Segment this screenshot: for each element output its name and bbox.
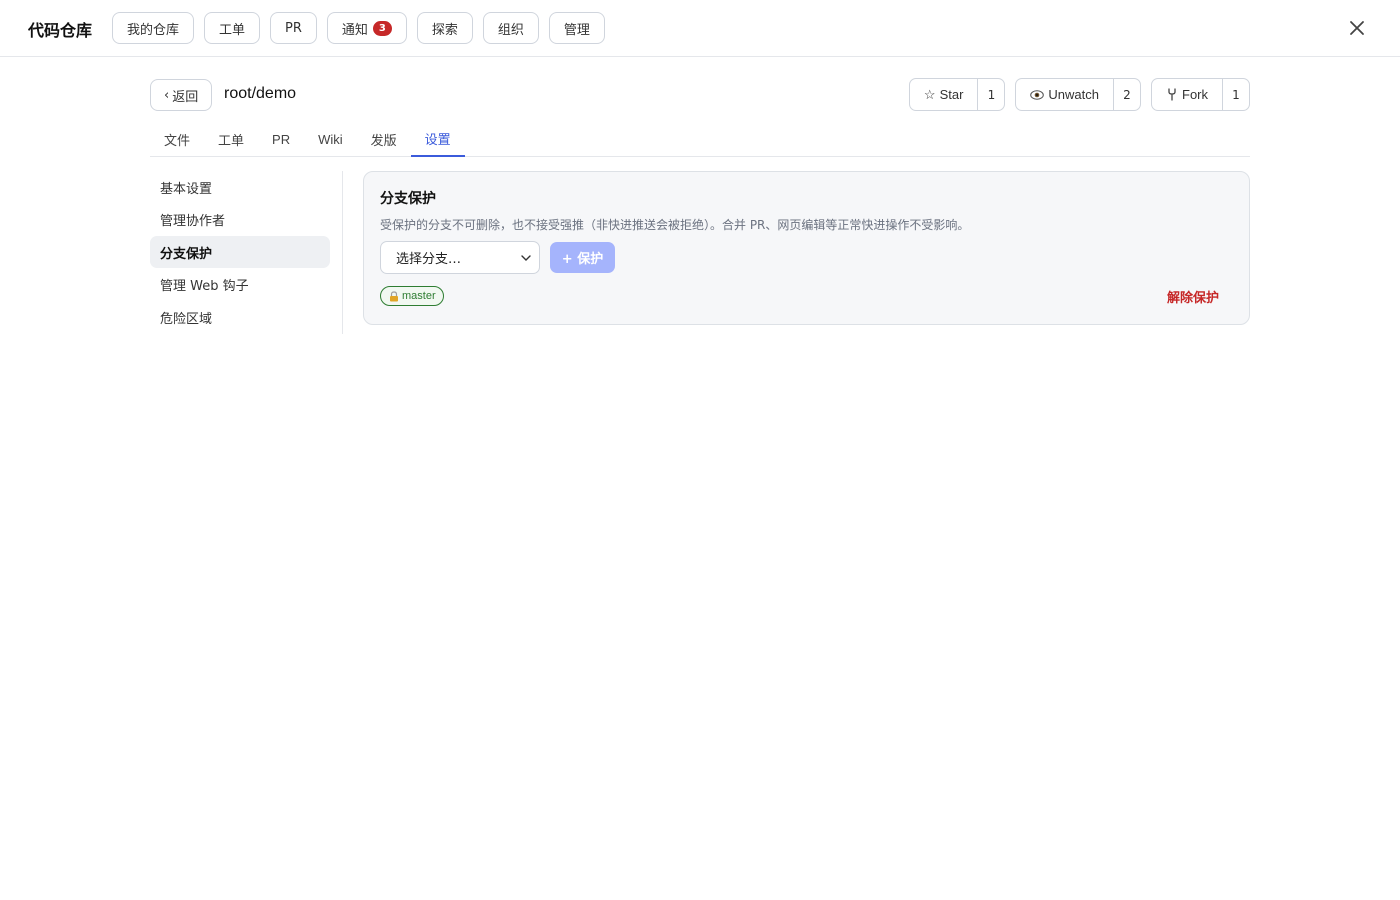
fork-button[interactable]: Fork bbox=[1152, 79, 1223, 110]
nav-issues-button[interactable]: 工单 bbox=[204, 12, 261, 44]
protected-branch-name: master bbox=[402, 290, 436, 302]
nav-explore-button[interactable]: 探索 bbox=[416, 12, 473, 44]
lock-icon bbox=[390, 290, 398, 301]
panel-description: 受保护的分支不可删除，也不接受强推（非快进推送会被拒绝）。合并 PR、网页编辑等… bbox=[380, 218, 970, 232]
unprotect-button[interactable]: 解除保护 bbox=[1167, 287, 1219, 306]
tab-releases[interactable]: 发版 bbox=[357, 121, 411, 157]
repo-tabs: 文件 工单 PR Wiki 发版 设置 bbox=[150, 121, 1250, 157]
branch-select[interactable]: 选择分支… bbox=[380, 241, 540, 274]
nav-admin-button[interactable]: 管理 bbox=[548, 12, 605, 44]
nav-notifications-button[interactable]: 通知 3 bbox=[326, 12, 407, 44]
watch-count[interactable]: 2 bbox=[1114, 79, 1140, 110]
chevron-left-icon: ‹ bbox=[164, 87, 170, 103]
star-group: ☆ Star 1 bbox=[908, 78, 1006, 111]
sidebar-item-basic-settings[interactable]: 基本设置 bbox=[150, 171, 330, 203]
nav-orgs-button[interactable]: 组织 bbox=[482, 12, 539, 44]
settings-sidebar: 基本设置 管理协作者 分支保护 管理 Web 钩子 危险区域 bbox=[150, 171, 343, 334]
chevron-down-icon bbox=[521, 254, 531, 261]
star-count[interactable]: 1 bbox=[978, 79, 1004, 110]
star-button[interactable]: ☆ Star bbox=[910, 79, 979, 110]
protected-branch-tag: master bbox=[380, 286, 444, 306]
unwatch-button[interactable]: Unwatch bbox=[1016, 79, 1114, 110]
fork-count[interactable]: 1 bbox=[1223, 79, 1249, 110]
sidebar-item-branch-protection[interactable]: 分支保护 bbox=[150, 236, 330, 268]
notification-count-badge: 3 bbox=[372, 20, 392, 36]
top-nav: 我的仓库 工单 PR 通知 3 探索 组织 管理 bbox=[112, 12, 605, 44]
fork-icon bbox=[1168, 88, 1176, 101]
star-icon: ☆ bbox=[923, 86, 936, 102]
branch-protection-panel: 分支保护 受保护的分支不可删除，也不接受强推（非快进推送会被拒绝）。合并 PR、… bbox=[363, 171, 1250, 325]
sidebar-item-webhooks[interactable]: 管理 Web 钩子 bbox=[150, 269, 330, 301]
repo-name: root/demo bbox=[224, 85, 297, 102]
fork-group: Fork 1 bbox=[1151, 78, 1250, 111]
sidebar-item-danger-zone[interactable]: 危险区域 bbox=[150, 301, 330, 333]
tab-issues[interactable]: 工单 bbox=[204, 121, 258, 157]
tab-pr[interactable]: PR bbox=[258, 121, 304, 157]
watch-group: Unwatch 2 bbox=[1015, 78, 1141, 111]
nav-pr-button[interactable]: PR bbox=[270, 12, 317, 44]
back-button[interactable]: ‹ 返回 bbox=[150, 79, 213, 111]
nav-my-repos-button[interactable]: 我的仓库 bbox=[112, 12, 195, 44]
branch-select-value: 选择分支… bbox=[396, 252, 462, 267]
sidebar-item-collaborators[interactable]: 管理协作者 bbox=[150, 204, 330, 236]
app-title: 代码仓库 bbox=[28, 21, 93, 40]
tab-wiki[interactable]: Wiki bbox=[304, 121, 357, 157]
repo-actions: ☆ Star 1 Unwatch 2 Fork 1 bbox=[908, 78, 1250, 111]
eye-icon bbox=[1030, 89, 1045, 100]
tab-settings[interactable]: 设置 bbox=[410, 121, 465, 157]
panel-title: 分支保护 bbox=[380, 191, 436, 207]
protect-button[interactable]: + 保护 bbox=[550, 242, 615, 273]
top-bar: 代码仓库 我的仓库 工单 PR 通知 3 探索 组织 管理 bbox=[0, 0, 1400, 57]
tab-files[interactable]: 文件 bbox=[150, 121, 204, 157]
close-icon bbox=[1350, 21, 1364, 35]
close-button[interactable] bbox=[1345, 16, 1369, 40]
